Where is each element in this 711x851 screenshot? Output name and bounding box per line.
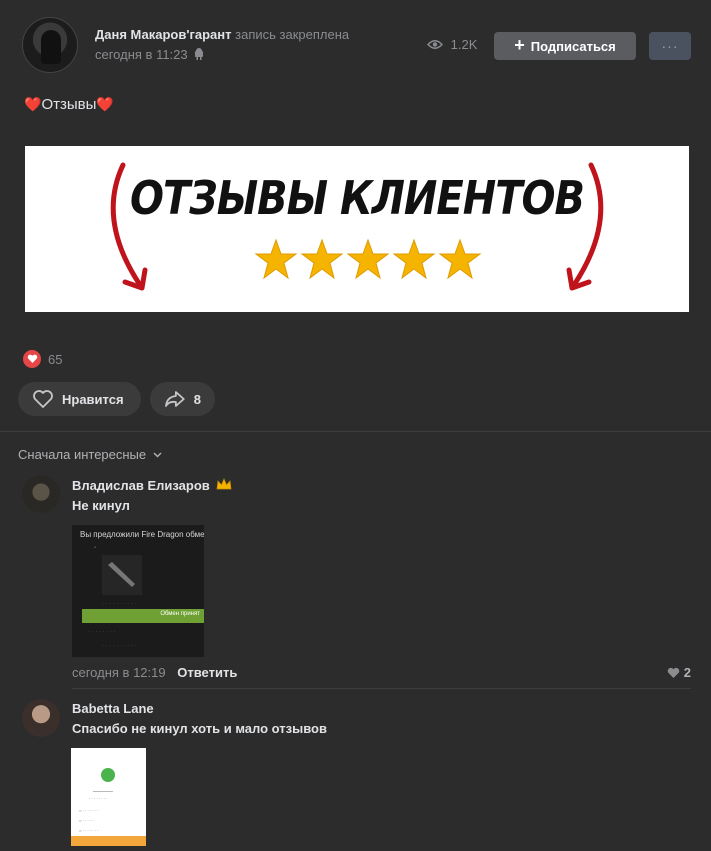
views-counter: 1.2K xyxy=(427,37,477,52)
comment-text: Не кинул xyxy=(72,498,130,513)
comment-divider xyxy=(72,688,691,689)
banner-title: ОТЗЫВЫ КЛИЕНТОВ xyxy=(130,172,585,226)
comments-sort-dropdown[interactable]: Сначала интересные xyxy=(18,447,162,462)
comment-attachment-image[interactable]: Вы предложили Fire Dragon обмен: ▪ · · ·… xyxy=(72,525,204,657)
comments-sort-label: Сначала интересные xyxy=(18,447,147,462)
star-icon xyxy=(392,238,436,280)
comment-attachment-image[interactable]: ————— · · · · · · · · ○ · · · · · · · ○ … xyxy=(71,748,146,846)
comment-author[interactable]: Babetta Lane xyxy=(72,701,154,716)
pinned-label: запись закреплена xyxy=(235,27,350,42)
plus-icon: + xyxy=(514,35,525,55)
check-icon xyxy=(101,768,115,782)
more-options-button[interactable]: ··· xyxy=(649,32,691,60)
like-button-label: Нравится xyxy=(62,391,124,407)
comment-text: Спасибо не кинул хоть и мало отзывов xyxy=(72,721,327,736)
post-header: Даня Макаров'гарант запись закреплена се… xyxy=(22,17,691,75)
comment-likes-count: 2 xyxy=(683,665,691,680)
likes-count: 65 xyxy=(48,351,63,367)
section-divider xyxy=(0,431,711,432)
orange-heart-icon: ❤️ xyxy=(96,96,114,112)
star-icon xyxy=(438,238,482,280)
orange-heart-icon: ❤️ xyxy=(24,96,42,112)
comment-author[interactable]: Владислав Елизаров xyxy=(72,478,232,493)
comment-author-name: Владислав Елизаров xyxy=(72,478,210,493)
post-text: ❤️Отзывы❤️ xyxy=(24,96,114,113)
like-button[interactable]: Нравится xyxy=(18,382,141,416)
share-icon xyxy=(165,391,185,407)
android-icon xyxy=(195,48,204,60)
knife-item-icon xyxy=(102,555,142,595)
comment-avatar[interactable] xyxy=(22,699,60,737)
heart-outline-icon xyxy=(33,390,53,408)
crown-icon xyxy=(216,478,232,490)
post-text-content: Отзывы xyxy=(41,96,97,113)
comment-time[interactable]: сегодня в 12:19 xyxy=(72,665,166,680)
heart-reaction-icon xyxy=(23,350,41,368)
comment-like-button[interactable]: 2 xyxy=(667,665,691,680)
author-line: Даня Макаров'гарант запись закреплена xyxy=(95,27,349,42)
post-time[interactable]: сегодня в 11:23 xyxy=(95,47,204,62)
eye-icon xyxy=(427,40,443,49)
subscribe-button[interactable]: + Подписаться xyxy=(494,32,636,60)
orange-strip xyxy=(71,836,146,846)
author-name[interactable]: Даня Макаров'гарант xyxy=(95,27,232,42)
rating-stars xyxy=(254,238,482,280)
post-image[interactable]: ОТЗЫВЫ КЛИЕНТОВ xyxy=(25,146,689,312)
star-icon xyxy=(346,238,390,280)
reactions-summary[interactable]: 65 xyxy=(23,350,62,368)
share-count: 8 xyxy=(193,391,201,407)
star-icon xyxy=(300,238,344,280)
star-icon xyxy=(254,238,298,280)
author-avatar[interactable] xyxy=(22,17,78,73)
accepted-text: Обмен принят xyxy=(160,611,200,617)
thumb-header: Вы предложили Fire Dragon обмен: xyxy=(80,530,204,539)
comment-avatar[interactable] xyxy=(22,475,60,513)
share-button[interactable]: 8 xyxy=(150,382,215,416)
comment-meta: сегодня в 12:19 Ответить xyxy=(72,665,237,680)
reply-button[interactable]: Ответить xyxy=(177,665,237,680)
subscribe-label: Подписаться xyxy=(530,38,616,54)
heart-icon xyxy=(667,667,680,678)
chevron-down-icon xyxy=(153,452,162,458)
views-count: 1.2K xyxy=(450,37,478,52)
post-time-text: сегодня в 11:23 xyxy=(95,47,188,62)
